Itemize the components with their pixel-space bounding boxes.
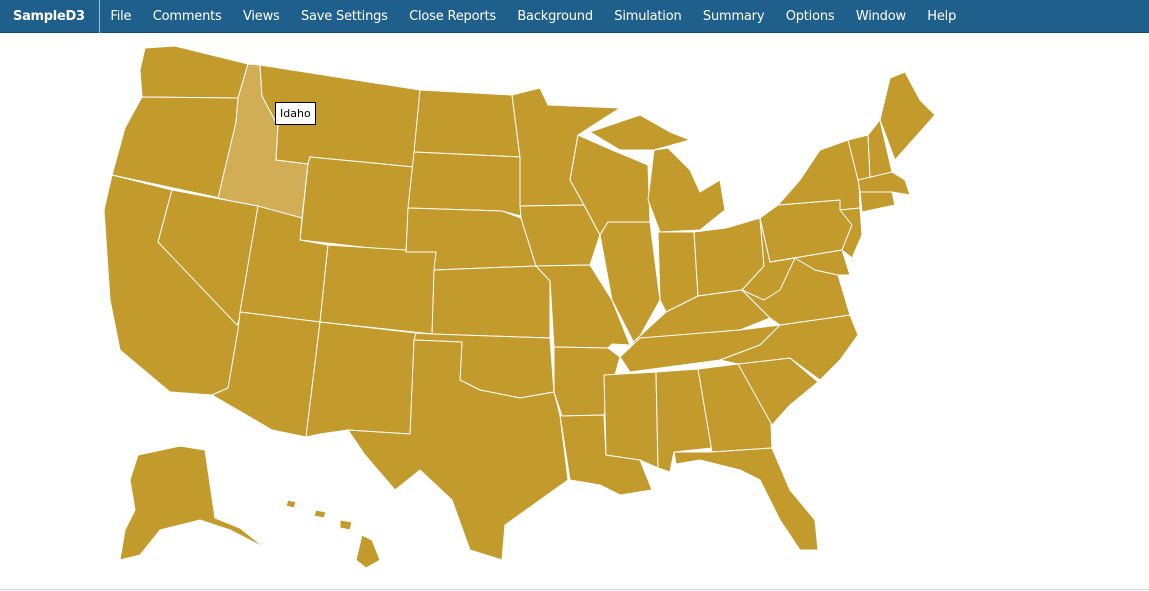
state-connecticut-ri[interactable] — [859, 191, 896, 213]
menu-window[interactable]: Window — [845, 0, 916, 33]
menu-summary[interactable]: Summary — [692, 0, 775, 33]
state-maine[interactable] — [879, 71, 936, 161]
state-wyoming[interactable] — [299, 156, 415, 253]
state-south-dakota[interactable] — [407, 151, 522, 217]
menu-save-settings[interactable]: Save Settings — [290, 0, 398, 33]
menu-bar: SampleD3 File Comments Views Save Settin… — [0, 0, 1149, 33]
state-colorado[interactable] — [319, 244, 437, 335]
state-north-dakota[interactable] — [413, 89, 521, 158]
state-washington[interactable] — [139, 45, 249, 99]
footer-divider — [0, 589, 1149, 590]
state-kansas[interactable] — [431, 265, 551, 339]
menu-background[interactable]: Background — [507, 0, 604, 33]
states-group — [103, 45, 936, 569]
us-states-map — [103, 45, 936, 569]
state-michigan-lower[interactable] — [647, 147, 726, 233]
state-hawaii[interactable] — [285, 499, 381, 569]
menu-options[interactable]: Options — [775, 0, 845, 33]
state-tooltip: Idaho — [275, 102, 316, 125]
menu-close-reports[interactable]: Close Reports — [398, 0, 506, 33]
app-brand[interactable]: SampleD3 — [0, 0, 100, 33]
menu-comments[interactable]: Comments — [142, 0, 232, 33]
menu-simulation[interactable]: Simulation — [604, 0, 693, 33]
state-new-york[interactable] — [777, 139, 861, 211]
menu-file[interactable]: File — [100, 0, 142, 33]
state-mississippi[interactable] — [603, 371, 659, 469]
state-new-mexico[interactable] — [305, 321, 417, 438]
state-florida[interactable] — [673, 447, 819, 551]
menu-list: File Comments Views Save Settings Close … — [100, 0, 967, 33]
menu-help[interactable]: Help — [917, 0, 967, 33]
state-alaska[interactable] — [119, 445, 266, 561]
menu-views[interactable]: Views — [232, 0, 290, 33]
map-area: Idaho — [0, 34, 1149, 589]
state-michigan-upper[interactable] — [589, 114, 691, 151]
